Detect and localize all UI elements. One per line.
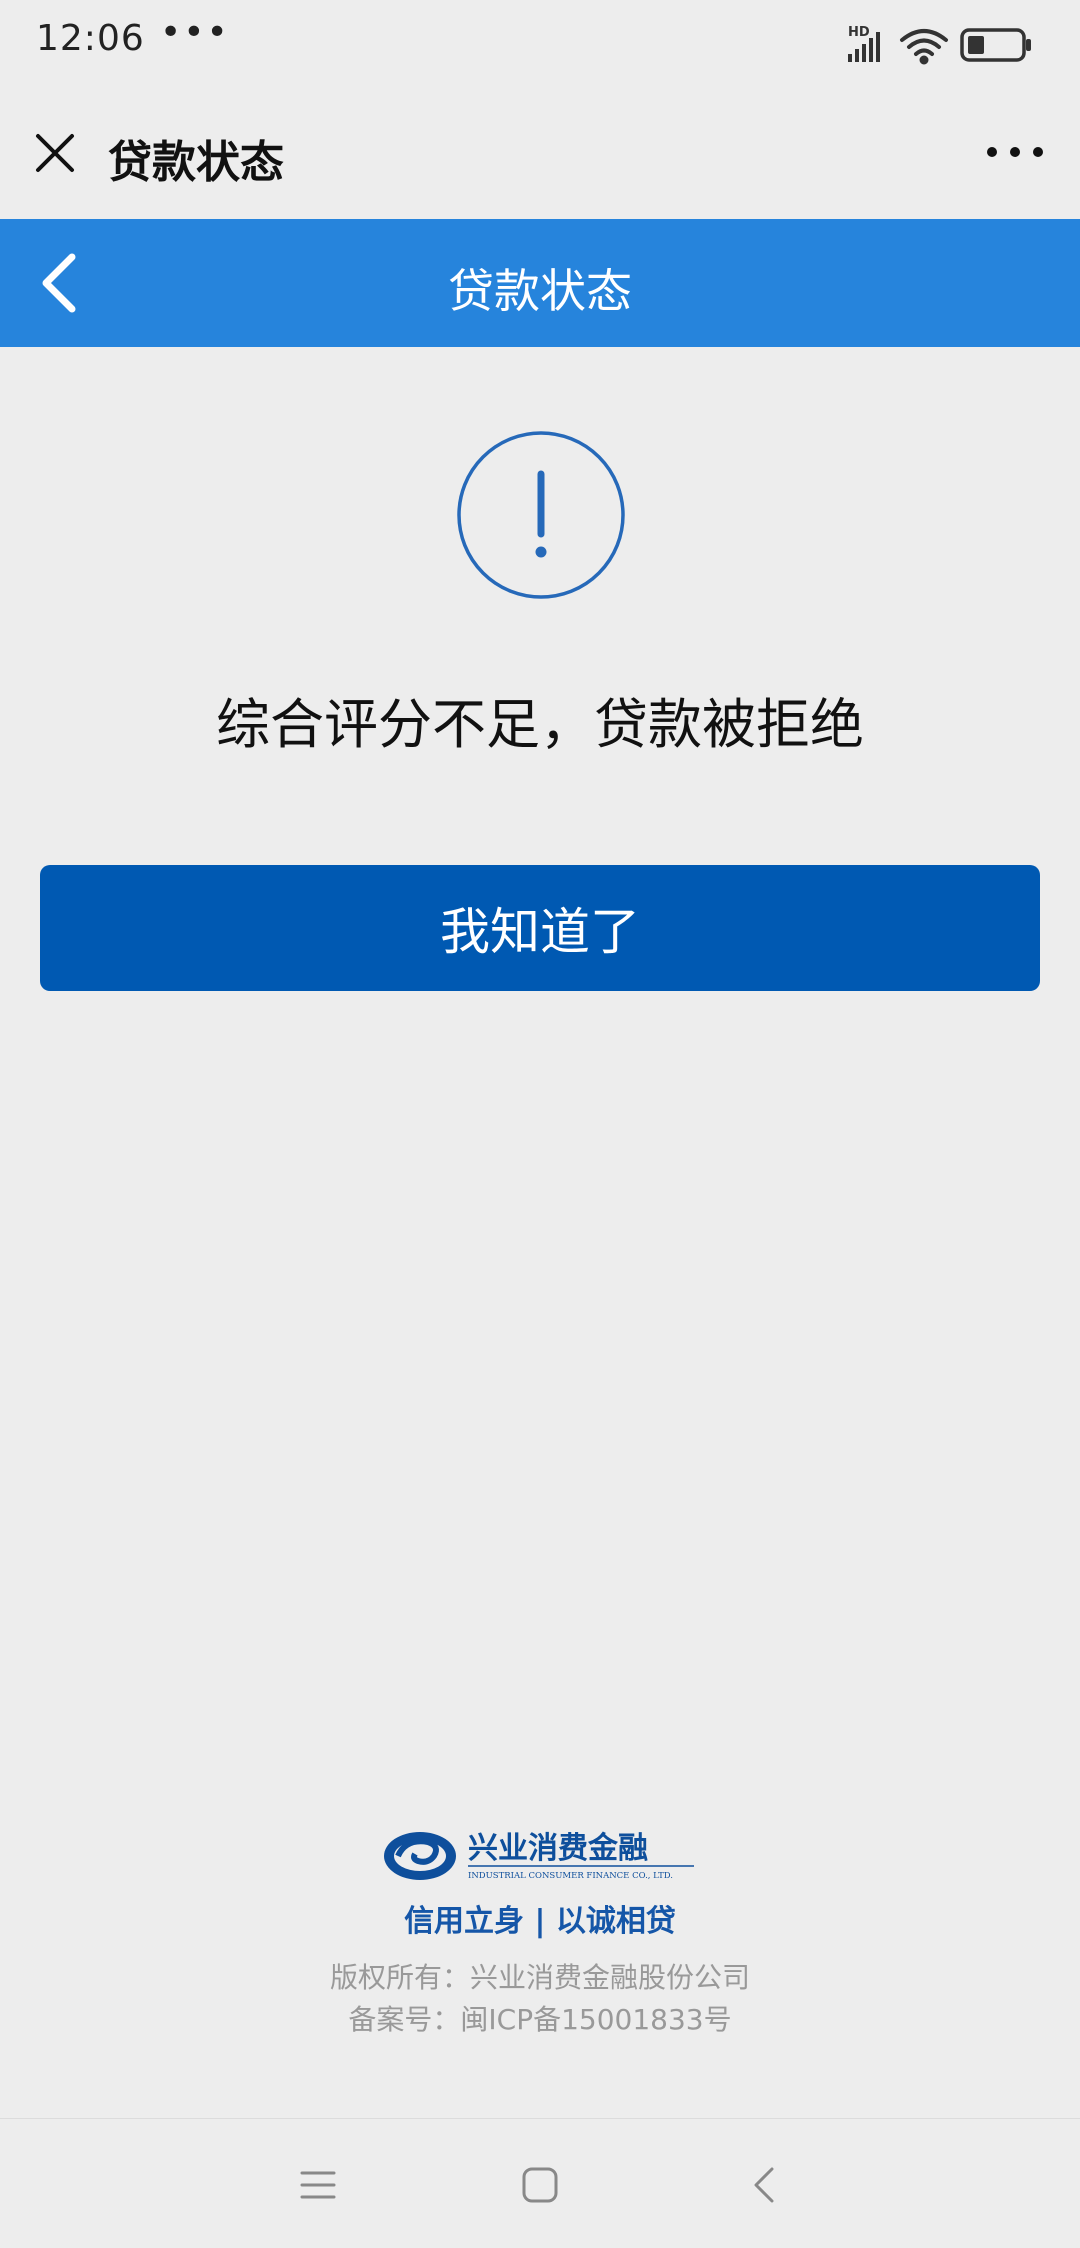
back-icon[interactable] bbox=[744, 2163, 788, 2207]
battery-icon bbox=[960, 28, 1031, 62]
app-nav-title: 贷款状态 bbox=[448, 264, 632, 318]
screen: 12:06 ••• HD 贷款状态 贷款状态 综合评分不足，贷款被拒绝 我知道了… bbox=[0, 0, 1080, 2248]
hd-signal-icon: HD bbox=[848, 25, 880, 62]
status-bar: 12:06 ••• HD bbox=[0, 0, 1080, 90]
status-more-dots: ••• bbox=[160, 12, 230, 53]
more-icon[interactable] bbox=[980, 130, 1050, 174]
svg-text:HD: HD bbox=[848, 25, 870, 40]
home-icon[interactable] bbox=[518, 2163, 562, 2207]
exclamation-circle-icon bbox=[457, 431, 625, 599]
brand-logo-en: INDUSTRIAL CONSUMER FINANCE CO., LTD. bbox=[468, 1871, 673, 1881]
slogan: 信用立身 | 以诚相贷 bbox=[404, 1904, 676, 1939]
brand-logo-cn: 兴业消费金融 bbox=[468, 1831, 648, 1866]
wifi-icon bbox=[900, 29, 948, 65]
status-icons: HD bbox=[848, 25, 1031, 65]
system-nav-bar bbox=[0, 2118, 1080, 2248]
close-icon[interactable] bbox=[30, 128, 80, 178]
icp-record-text: 备案号：闽ICP备15001833号 bbox=[348, 2003, 732, 2036]
brand-logo: 兴业消费金融 INDUSTRIAL CONSUMER FINANCE CO., … bbox=[384, 1831, 694, 1881]
app-nav-bar: 贷款状态 bbox=[0, 219, 1080, 347]
wechat-header: 贷款状态 bbox=[0, 90, 1080, 220]
brand-logo-mark bbox=[384, 1832, 456, 1880]
status-time: 12:06 bbox=[36, 18, 145, 59]
got-it-button[interactable]: 我知道了 bbox=[40, 865, 1040, 991]
menu-icon[interactable] bbox=[296, 2163, 340, 2207]
copyright-text: 版权所有：兴业消费金融股份公司 bbox=[329, 1961, 750, 1994]
wechat-page-title: 贷款状态 bbox=[108, 137, 284, 188]
result-message: 综合评分不足，贷款被拒绝 bbox=[216, 693, 864, 756]
